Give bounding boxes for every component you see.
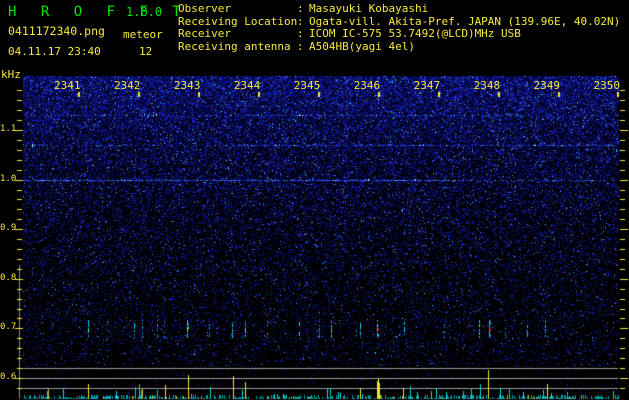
time-tick-label: 2343 <box>173 79 201 92</box>
colon-separator: : <box>297 27 304 41</box>
time-tick-label: 2341 <box>54 79 81 92</box>
station-info-label: Observer <box>178 2 231 15</box>
freq-tick-label: 0.9 <box>0 223 17 234</box>
freq-axis-unit-label: kHz <box>1 68 21 81</box>
time-tick-label: 2346 <box>353 79 381 92</box>
app-version: 1.0.0 <box>126 5 163 19</box>
freq-tick-label: 0.7 <box>0 322 17 333</box>
freq-tick-label: 1.1 <box>0 124 17 134</box>
datetime-label: 04.11.17 23:40 <box>8 45 101 58</box>
station-info-value: Masayuki Kobayashi <box>309 2 429 15</box>
output-filename: 0411172340.png <box>8 24 105 38</box>
freq-tick-label: 0.6 <box>0 372 17 382</box>
time-tick-label: 2345 <box>293 79 321 92</box>
station-info-value: ICOM IC-575 53.7492(@LCD)MHz USB <box>309 27 521 41</box>
colon-separator: : <box>297 39 304 53</box>
time-tick-label: 2347 <box>413 79 441 92</box>
time-tick-label: 2349 <box>533 79 561 92</box>
time-tick-label: 2344 <box>233 79 261 92</box>
freq-tick-label: 1.0 <box>0 173 17 184</box>
freq-tick-label: 0.8 <box>0 272 17 283</box>
spectrogram-canvas <box>0 0 629 400</box>
time-tick-label: 2350 <box>593 79 620 92</box>
hrofft-output-screen: H R O F F T 1.0.0 0411172340.png meteor … <box>0 0 629 400</box>
time-tick-label: 2348 <box>473 79 501 92</box>
station-info-label: Receiver <box>178 27 231 41</box>
station-info-row: Receiver: ICOM IC-575 53.7492(@LCD)MHz US… <box>178 28 620 41</box>
station-info-label: Receiving antenna <box>178 39 291 53</box>
time-tick-label: 2342 <box>113 79 141 92</box>
station-info-row: Receiving antenna: A504HB(yagi 4el) <box>178 41 620 54</box>
meteor-count: 12 <box>139 45 153 58</box>
station-info-row: Observer: Masayuki Kobayashi <box>178 3 620 16</box>
colon-separator: : <box>297 2 304 15</box>
station-info-block: Observer: Masayuki Kobayashi Receiving Loc… <box>178 3 620 53</box>
station-info-value: A504HB(yagi 4el) <box>309 39 415 53</box>
mode-label: meteor <box>123 28 163 41</box>
